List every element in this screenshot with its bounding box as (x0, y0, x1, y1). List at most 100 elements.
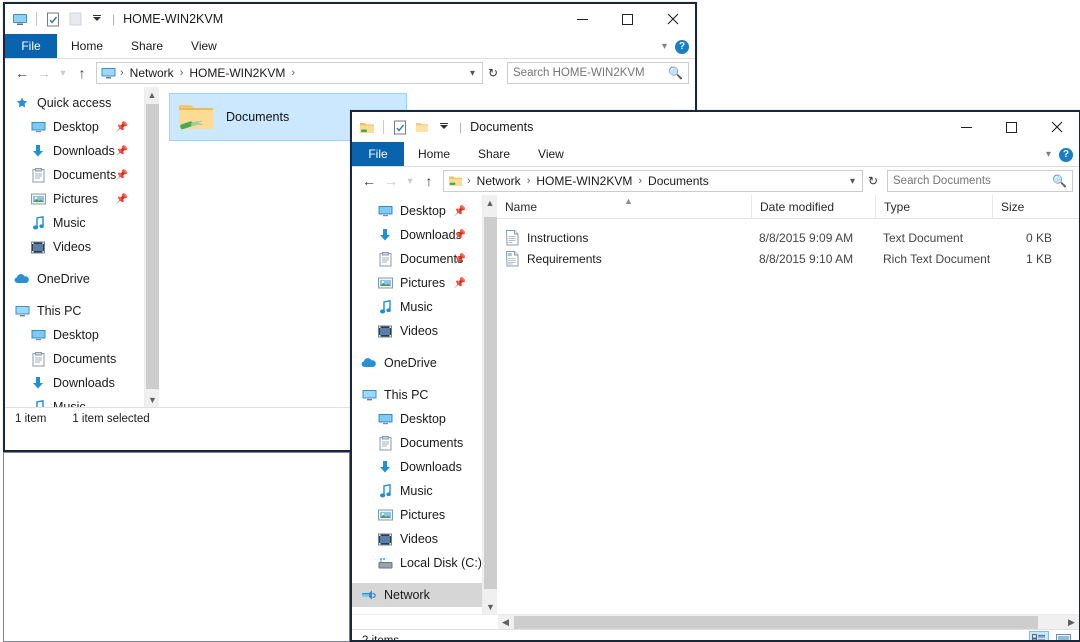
search-input[interactable] (893, 175, 1053, 187)
breadcrumb-computer-icon[interactable] (101, 67, 116, 80)
search-box[interactable]: 🔍 (507, 62, 689, 84)
quick-access-toolbar[interactable] (359, 119, 452, 135)
sidebar-item-music-thispc[interactable]: Music (352, 479, 482, 503)
computer-icon[interactable] (12, 11, 28, 27)
titlebar[interactable]: | HOME-WIN2KVM (5, 4, 695, 34)
up-arrow-icon[interactable]: ↑ (418, 169, 440, 193)
pin-icon[interactable]: 📌 (454, 278, 466, 289)
search-icon[interactable]: 🔍 (1052, 174, 1067, 188)
pin-icon[interactable]: 📌 (454, 254, 466, 265)
file-list-area[interactable]: ▲ Name Date modified Type Size Instructi… (497, 195, 1079, 614)
sidebar-item-documents[interactable]: Documents 📌 (352, 247, 482, 271)
customize-caret-icon[interactable] (436, 119, 452, 135)
sidebar-item-videos[interactable]: Videos (5, 235, 144, 259)
ribbon-tabs[interactable]: File Home Share View ▾ ? (5, 34, 695, 59)
pin-icon[interactable]: 📌 (116, 146, 128, 157)
breadcrumb-shared-folder-icon[interactable] (448, 174, 463, 188)
column-headers[interactable]: ▲ Name Date modified Type Size (497, 195, 1079, 219)
column-header-type[interactable]: Type (875, 195, 992, 219)
tab-view[interactable]: View (177, 34, 231, 58)
sidebar-item-documents-thispc[interactable]: Documents (5, 347, 144, 371)
sidebar-item-music[interactable]: Music (352, 295, 482, 319)
search-icon[interactable]: 🔍 (668, 66, 683, 80)
breadcrumb-network[interactable]: Network (128, 66, 176, 80)
sidebar-item-music[interactable]: Music (5, 211, 144, 235)
large-icons-view-button[interactable] (1053, 631, 1073, 640)
search-box[interactable]: 🔍 (887, 170, 1073, 192)
refresh-icon[interactable]: ↻ (483, 62, 503, 84)
ribbon-right-controls[interactable]: ▾ ? (662, 34, 689, 59)
scroll-down-arrow-icon[interactable]: ▼ (145, 392, 160, 407)
sidebar-item-quick-access[interactable]: Quick access (5, 91, 144, 115)
scrollbar-thumb[interactable] (514, 616, 1038, 629)
tab-home[interactable]: Home (404, 142, 464, 166)
maximize-icon[interactable] (605, 4, 650, 34)
sidebar-item-pictures[interactable]: Pictures 📌 (352, 271, 482, 295)
column-header-date-modified[interactable]: Date modified (751, 195, 875, 219)
minimize-icon[interactable] (944, 112, 989, 142)
help-icon[interactable]: ? (1059, 147, 1073, 162)
pin-icon[interactable]: 📌 (116, 194, 128, 205)
sidebar-item-videos[interactable]: Videos (352, 319, 482, 343)
help-icon[interactable]: ? (675, 39, 689, 54)
tab-file[interactable]: File (352, 142, 404, 166)
sidebar-item-onedrive[interactable]: OneDrive (352, 351, 482, 375)
sidebar-item-music-thispc[interactable]: Music (5, 395, 144, 407)
ribbon-tabs[interactable]: File Home Share View ▾ ? (352, 142, 1079, 167)
tab-share[interactable]: Share (117, 34, 177, 58)
sidebar-item-downloads-thispc[interactable]: Downloads (5, 371, 144, 395)
sidebar-item-this-pc[interactable]: This PC (352, 383, 482, 407)
sidebar-item-network[interactable]: Network (352, 583, 482, 607)
sidebar-item-pictures[interactable]: Pictures 📌 (5, 187, 144, 211)
recent-locations-chevron-down-icon[interactable]: ▾ (55, 61, 71, 85)
tab-share[interactable]: Share (464, 142, 524, 166)
view-mode-buttons[interactable] (1029, 631, 1073, 640)
sidebar-item-this-pc[interactable]: This PC (5, 299, 144, 323)
search-input[interactable] (513, 67, 669, 79)
sidebar-item-desktop-thispc[interactable]: Desktop (352, 407, 482, 431)
shared-folder-icon[interactable] (359, 119, 375, 135)
recent-locations-chevron-down-icon[interactable]: ▾ (402, 169, 418, 193)
sidebar-item-desktop[interactable]: Desktop 📌 (5, 115, 144, 139)
sidebar-item-desktop-thispc[interactable]: Desktop (5, 323, 144, 347)
table-row[interactable]: Requirements 8/8/2015 9:10 AM Rich Text … (497, 248, 1079, 269)
quick-access-toolbar[interactable] (12, 11, 105, 27)
horizontal-scrollbar[interactable]: ◀ ▶ (352, 614, 1079, 629)
maximize-icon[interactable] (989, 112, 1034, 142)
back-arrow-icon[interactable]: ← (11, 61, 33, 85)
navigation-pane[interactable]: Desktop 📌 Downloads 📌 Documents 📌 Pictur… (352, 195, 482, 614)
address-bar[interactable]: ← → ▾ ↑ › Network › HOME-WIN2KVM › ▾ ↻ S… (5, 59, 695, 87)
chevron-down-icon[interactable]: ▾ (1046, 149, 1051, 160)
explorer-window-documents[interactable]: | Documents File Home Share View ▾ ? ← →… (350, 110, 1080, 642)
scroll-up-arrow-icon[interactable]: ▲ (483, 195, 497, 210)
sidebar-item-documents-thispc[interactable]: Documents (352, 431, 482, 455)
details-view-button[interactable] (1029, 631, 1049, 640)
customize-caret-icon[interactable] (89, 11, 105, 27)
sidebar-item-downloads[interactable]: Downloads 📌 (352, 223, 482, 247)
close-icon[interactable] (650, 4, 695, 34)
nav-pane-scrollbar[interactable]: ▲ ▼ (482, 195, 498, 614)
column-header-name[interactable]: ▲ Name (497, 195, 751, 219)
sidebar-item-onedrive[interactable]: OneDrive (5, 267, 144, 291)
sidebar-item-desktop[interactable]: Desktop 📌 (352, 199, 482, 223)
breadcrumb-network[interactable]: Network (475, 174, 523, 188)
properties-icon[interactable] (45, 11, 61, 27)
breadcrumb-home-win2kvm[interactable]: HOME-WIN2KVM (534, 174, 634, 188)
sidebar-item-downloads[interactable]: Downloads 📌 (5, 139, 144, 163)
refresh-icon[interactable]: ↻ (863, 170, 883, 192)
breadcrumb-documents[interactable]: Documents (646, 174, 711, 188)
scrollbar-thumb[interactable] (146, 104, 159, 389)
pin-icon[interactable]: 📌 (454, 206, 466, 217)
breadcrumb[interactable]: › Network › HOME-WIN2KVM › Documents ▾ (443, 170, 863, 192)
scrollbar-thumb[interactable] (484, 217, 497, 589)
new-folder-icon[interactable] (67, 11, 83, 27)
ribbon-right-controls[interactable]: ▾ ? (1046, 142, 1073, 167)
breadcrumb-home-win2kvm[interactable]: HOME-WIN2KVM (187, 66, 287, 80)
pin-icon[interactable]: 📌 (454, 230, 466, 241)
scroll-down-arrow-icon[interactable]: ▼ (483, 599, 498, 614)
tab-home[interactable]: Home (57, 34, 117, 58)
table-row[interactable]: Instructions 8/8/2015 9:09 AM Text Docum… (497, 227, 1079, 248)
sidebar-item-documents[interactable]: Documents 📌 (5, 163, 144, 187)
pin-icon[interactable]: 📌 (116, 122, 128, 133)
sidebar-item-pictures-thispc[interactable]: Pictures (352, 503, 482, 527)
